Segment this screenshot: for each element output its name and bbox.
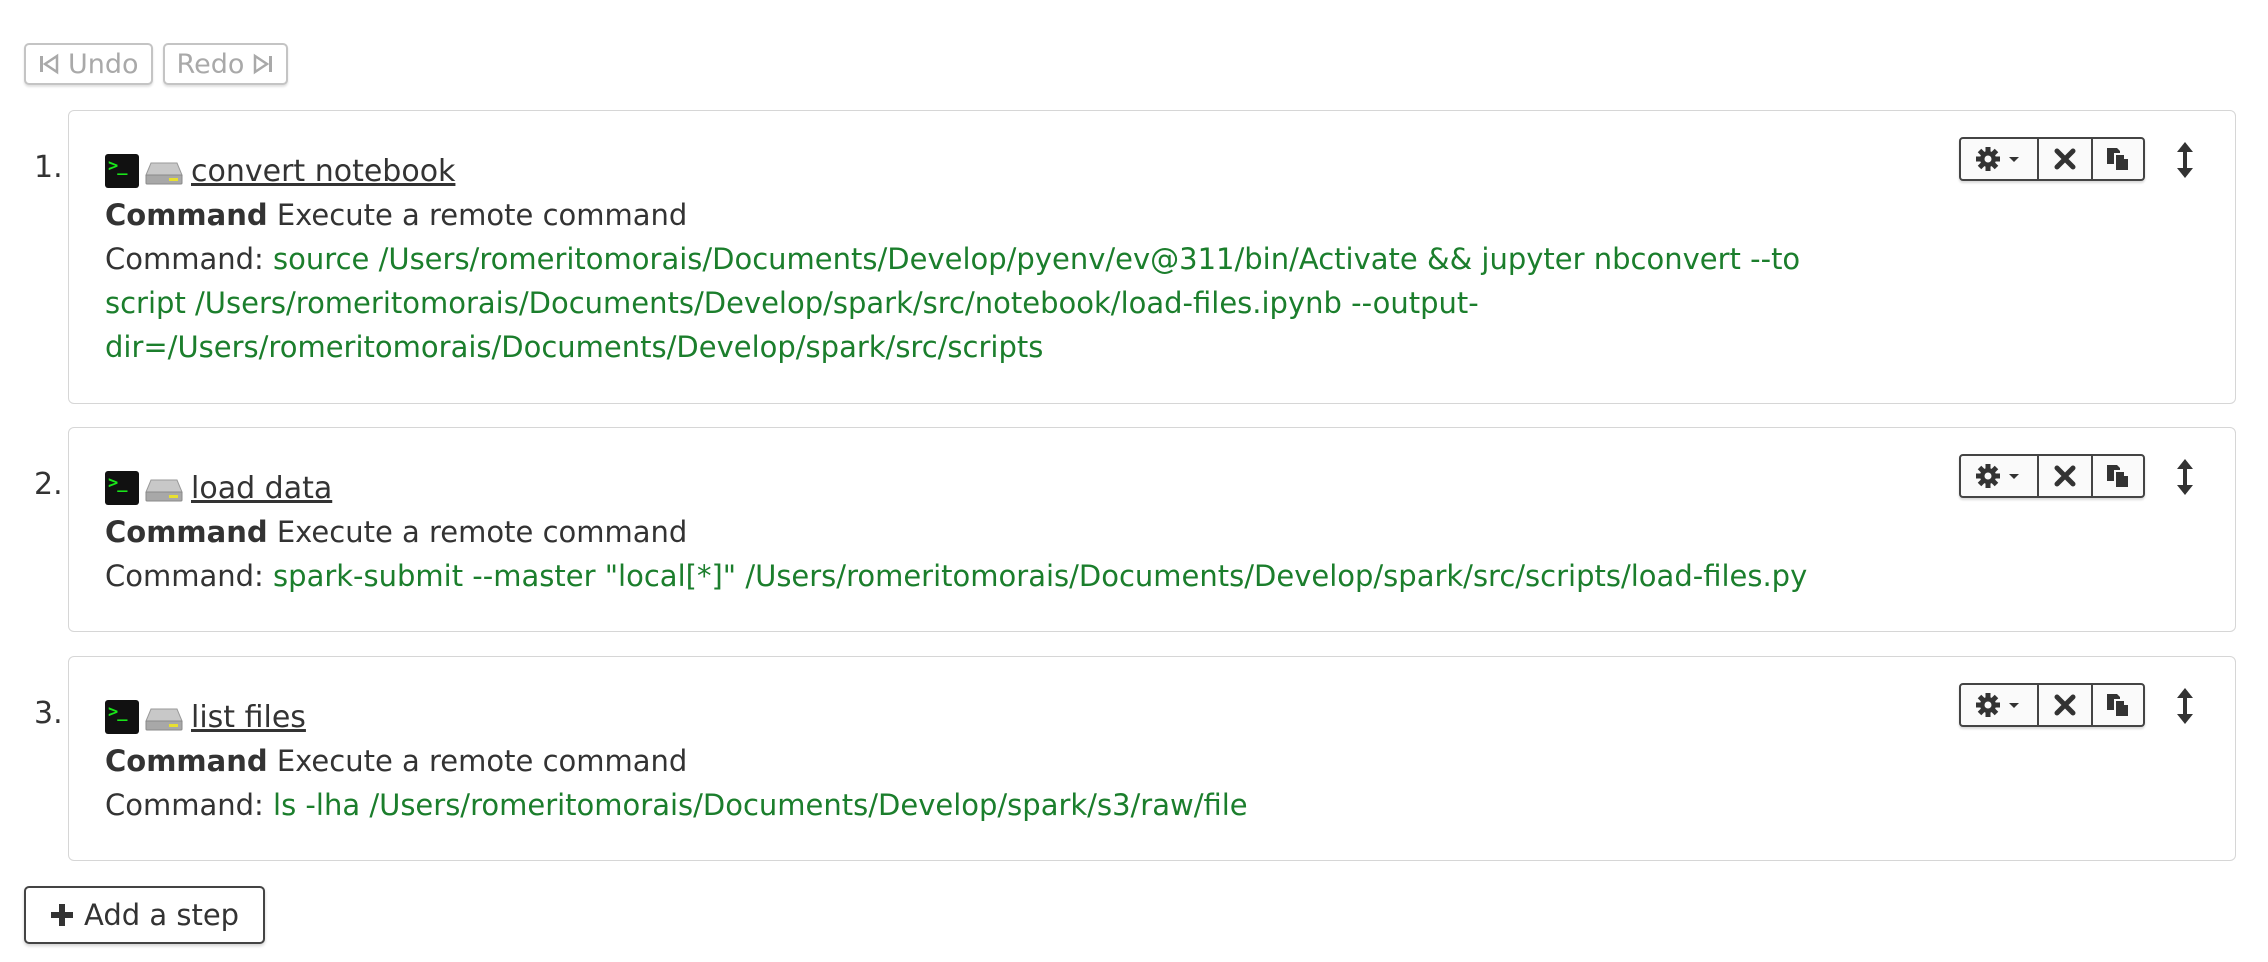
redo-button[interactable]: Redo: [162, 43, 289, 85]
command-label: Command:: [105, 559, 264, 593]
step-command: Command: ls -lha /Users/romeritomorais/D…: [105, 783, 1865, 827]
step-type-desc: Execute a remote command: [276, 515, 688, 549]
chevron-down-icon: [2009, 703, 2019, 708]
vertical-resize-icon[interactable]: [2173, 458, 2197, 496]
undo-button[interactable]: Undo: [24, 43, 153, 85]
command-value: dir=/Users/romeritomorais/Documents/Deve…: [105, 330, 1044, 364]
skip-forward-icon: [254, 53, 273, 75]
step-name-link[interactable]: convert notebook: [191, 154, 455, 189]
step-type-desc: Execute a remote command: [276, 744, 688, 778]
close-icon: [2054, 148, 2076, 170]
step-command: Command: spark-submit --master "local[*]…: [105, 554, 1865, 598]
step-type-desc: Execute a remote command: [276, 198, 688, 232]
settings-dropdown-button[interactable]: [1961, 685, 2039, 725]
step-number: 3.: [34, 696, 63, 731]
step-card: >_ load data Command Execute a remote co…: [68, 427, 2236, 632]
delete-step-button[interactable]: [2039, 456, 2093, 496]
step-name-link[interactable]: list files: [191, 700, 306, 735]
hard-drive-icon: [145, 708, 183, 731]
plus-icon: [51, 904, 73, 926]
step-card: >_ list files Command Execute a remote c…: [68, 656, 2236, 861]
step-type: Command Execute a remote command: [105, 193, 1865, 237]
copy-step-button[interactable]: [2093, 456, 2143, 496]
step-number: 1.: [34, 150, 63, 185]
gear-icon: [1976, 147, 2019, 171]
step-number: 2.: [34, 467, 63, 502]
command-label: Command:: [105, 788, 264, 822]
step-actions: [1959, 454, 2145, 498]
command-value: source /Users/romeritomorais/Documents/D…: [273, 242, 1801, 276]
step-type: Command Execute a remote command: [105, 510, 1865, 554]
add-step-label: Add a step: [84, 898, 240, 932]
step-type-label: Command: [105, 198, 268, 232]
settings-dropdown-button[interactable]: [1961, 139, 2039, 179]
step-command: Command: source /Users/romeritomorais/Do…: [105, 237, 1865, 369]
terminal-icon: >_: [105, 700, 139, 734]
delete-step-button[interactable]: [2039, 685, 2093, 725]
skip-back-icon: [40, 53, 59, 75]
copy-icon: [2107, 465, 2130, 489]
gear-icon: [1976, 693, 2019, 717]
hard-drive-icon: [145, 162, 183, 185]
chevron-down-icon: [2009, 474, 2019, 479]
copy-icon: [2107, 148, 2130, 172]
delete-step-button[interactable]: [2039, 139, 2093, 179]
copy-icon: [2107, 694, 2130, 718]
undo-label: Undo: [68, 48, 139, 80]
command-label: Command:: [105, 242, 264, 276]
redo-label: Redo: [176, 48, 245, 80]
step-actions: [1959, 137, 2145, 181]
chevron-down-icon: [2009, 157, 2019, 162]
terminal-icon: >_: [105, 471, 139, 505]
close-icon: [2054, 694, 2076, 716]
step-type-label: Command: [105, 744, 268, 778]
copy-step-button[interactable]: [2093, 139, 2143, 179]
step-type: Command Execute a remote command: [105, 739, 1865, 783]
vertical-resize-icon[interactable]: [2173, 687, 2197, 725]
command-value: spark-submit --master "local[*]" /Users/…: [273, 559, 1808, 593]
settings-dropdown-button[interactable]: [1961, 456, 2039, 496]
step-name-link[interactable]: load data: [191, 471, 332, 506]
hard-drive-icon: [145, 479, 183, 502]
command-value: ls -lha /Users/romeritomorais/Documents/…: [273, 788, 1248, 822]
step-card: >_ convert notebook Command Execute a re…: [68, 110, 2236, 404]
terminal-icon: >_: [105, 154, 139, 188]
command-value: script /Users/romeritomorais/Documents/D…: [105, 286, 1479, 320]
copy-step-button[interactable]: [2093, 685, 2143, 725]
history-toolbar: Undo Redo: [24, 43, 289, 85]
step-actions: [1959, 683, 2145, 727]
add-step-button[interactable]: Add a step: [24, 886, 266, 944]
close-icon: [2054, 465, 2076, 487]
step-type-label: Command: [105, 515, 268, 549]
vertical-resize-icon[interactable]: [2173, 141, 2197, 179]
gear-icon: [1976, 464, 2019, 488]
